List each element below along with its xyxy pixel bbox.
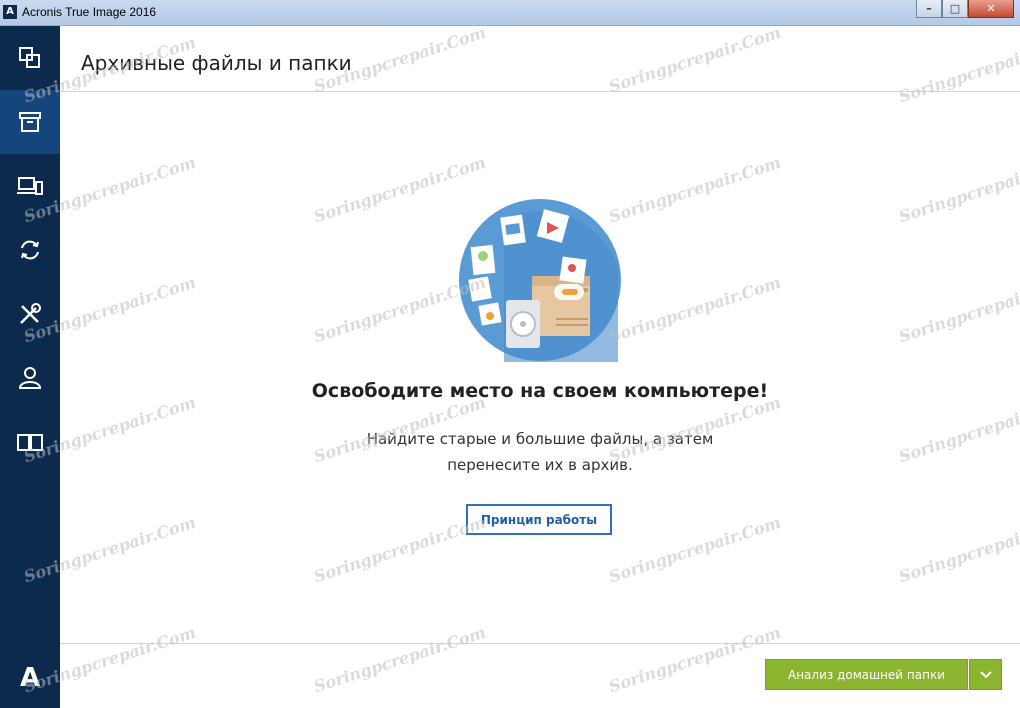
sync-icon <box>21 240 39 260</box>
archive-illustration <box>459 199 621 362</box>
sidebar: A <box>0 26 60 708</box>
watermark: Soringpcrepair.Com <box>311 512 489 587</box>
description: Найдите старые и большие файлы, а затем … <box>60 426 1020 478</box>
description-line-2: перенесите их в архив. <box>447 456 633 474</box>
sidebar-item-backup[interactable] <box>0 26 60 90</box>
sidebar-item-account[interactable] <box>0 346 60 410</box>
app-logo-icon: A <box>3 5 17 19</box>
sidebar-item-tools[interactable] <box>0 282 60 346</box>
watermark: Soringpcrepair.Com <box>896 152 1020 227</box>
watermark: Soringpcrepair.Com <box>606 512 784 587</box>
minimize-button[interactable]: – <box>916 0 942 18</box>
copy-icon <box>19 47 40 68</box>
analyze-home-folder-button[interactable]: Анализ домашней папки <box>765 659 968 690</box>
sidebar-item-help[interactable] <box>0 410 60 474</box>
description-line-1: Найдите старые и большие файлы, а затем <box>366 430 714 448</box>
window-controls: – □ ✕ <box>916 0 1014 18</box>
sidebar-item-archive[interactable] <box>0 90 60 154</box>
headline: Освободите место на своем компьютере! <box>311 380 769 402</box>
how-it-works-button[interactable]: Принцип работы <box>466 504 612 535</box>
close-button[interactable]: ✕ <box>968 0 1014 18</box>
page-header: Архивные файлы и папки <box>60 26 1020 92</box>
window-title: Acronis True Image 2016 <box>22 5 157 19</box>
user-icon <box>18 367 42 389</box>
analyze-options-dropdown[interactable] <box>969 659 1002 690</box>
watermark: Soringpcrepair.Com <box>896 512 1020 587</box>
sidebar-item-sync[interactable] <box>0 218 60 282</box>
watermark: Soringpcrepair.Com <box>896 272 1020 347</box>
book-icon <box>17 434 43 451</box>
sidebar-item-devices[interactable] <box>0 154 60 218</box>
chevron-down-icon <box>979 670 992 678</box>
tools-icon <box>20 303 41 324</box>
acronis-logo: A <box>19 663 41 693</box>
watermark: Soringpcrepair.Com <box>606 152 784 227</box>
maximize-button[interactable]: □ <box>942 0 968 18</box>
watermark: Soringpcrepair.Com <box>606 272 784 347</box>
page-title: Архивные файлы и папки <box>81 51 352 75</box>
window-titlebar: A Acronis True Image 2016 – □ ✕ <box>0 0 1020 26</box>
archive-box-icon <box>19 112 41 132</box>
devices-icon <box>17 177 43 195</box>
